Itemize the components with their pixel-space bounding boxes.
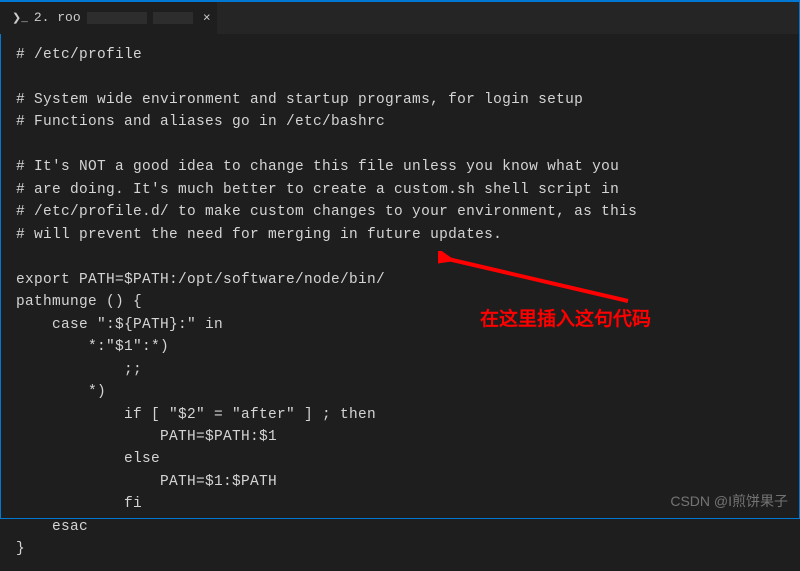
tab-bar: ❯_ 2. roo × xyxy=(0,0,800,34)
annotation-text: 在这里插入这句代码 xyxy=(480,304,651,331)
watermark: CSDN @I煎饼果子 xyxy=(670,491,788,511)
arrow-icon xyxy=(438,251,658,311)
terminal-tab[interactable]: ❯_ 2. roo × xyxy=(0,2,218,34)
terminal-icon: ❯_ xyxy=(12,11,28,25)
redacted-text xyxy=(153,12,193,24)
redacted-text xyxy=(87,12,147,24)
tab-label: 2. roo xyxy=(34,10,81,25)
close-icon[interactable]: × xyxy=(203,10,211,25)
